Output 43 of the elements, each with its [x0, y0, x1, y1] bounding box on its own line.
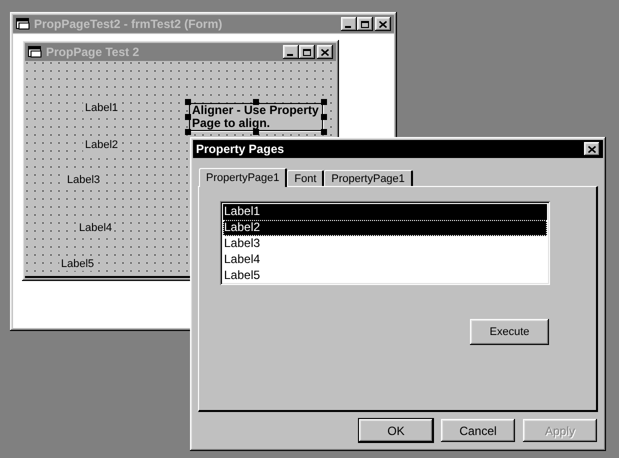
tab[interactable]: PropertyPage1 — [324, 170, 413, 186]
form-icon — [28, 46, 42, 58]
list-item[interactable]: Label5 — [223, 268, 547, 284]
maximize-icon — [361, 20, 369, 28]
close-button[interactable] — [375, 17, 391, 31]
execute-button[interactable]: Execute — [470, 319, 549, 345]
form-label[interactable]: Label2 — [83, 138, 120, 152]
resize-handle[interactable] — [321, 99, 327, 105]
window-title: PropPage Test 2 — [46, 46, 140, 58]
close-icon — [588, 146, 596, 152]
tab[interactable]: PropertyPage1 — [199, 168, 288, 187]
minimize-button[interactable] — [341, 17, 357, 31]
window-title: Property Pages — [196, 143, 286, 155]
list-item[interactable]: Label2 — [223, 220, 547, 236]
resize-handle[interactable] — [185, 114, 191, 120]
form-label[interactable]: Label5 — [59, 257, 96, 271]
maximize-button[interactable] — [299, 45, 315, 59]
close-button[interactable] — [584, 142, 600, 156]
list-item[interactable]: Label4 — [223, 252, 547, 268]
resize-handle[interactable] — [321, 129, 327, 135]
aligner-control[interactable]: Aligner - Use Property Page to align. — [189, 103, 323, 131]
dialog-button[interactable]: OK — [359, 419, 433, 442]
maximize-icon — [303, 48, 311, 56]
resize-handle[interactable] — [253, 129, 259, 135]
close-icon — [321, 48, 329, 56]
resize-handle[interactable] — [185, 129, 191, 135]
list-item[interactable]: Label1 — [223, 204, 547, 220]
minimize-button[interactable] — [283, 45, 299, 59]
dialog-button[interactable]: Cancel — [441, 419, 515, 442]
close-icon — [379, 20, 387, 28]
resize-handle[interactable] — [185, 99, 191, 105]
tab[interactable]: Font — [287, 170, 324, 186]
form-label[interactable]: Label4 — [77, 221, 114, 235]
form-label[interactable]: Label3 — [65, 173, 102, 187]
label-list[interactable]: Label1 Label2 Label3 Label4 Label5 — [220, 201, 550, 285]
resize-handle[interactable] — [321, 114, 327, 120]
form-icon — [16, 18, 30, 30]
maximize-button[interactable] — [357, 17, 373, 31]
list-item[interactable]: Label3 — [223, 236, 547, 252]
form-label[interactable]: Label1 — [83, 101, 120, 115]
window-title: PropPageTest2 - frmTest2 (Form) — [34, 18, 224, 30]
resize-handle[interactable] — [253, 99, 259, 105]
close-button[interactable] — [317, 45, 333, 59]
